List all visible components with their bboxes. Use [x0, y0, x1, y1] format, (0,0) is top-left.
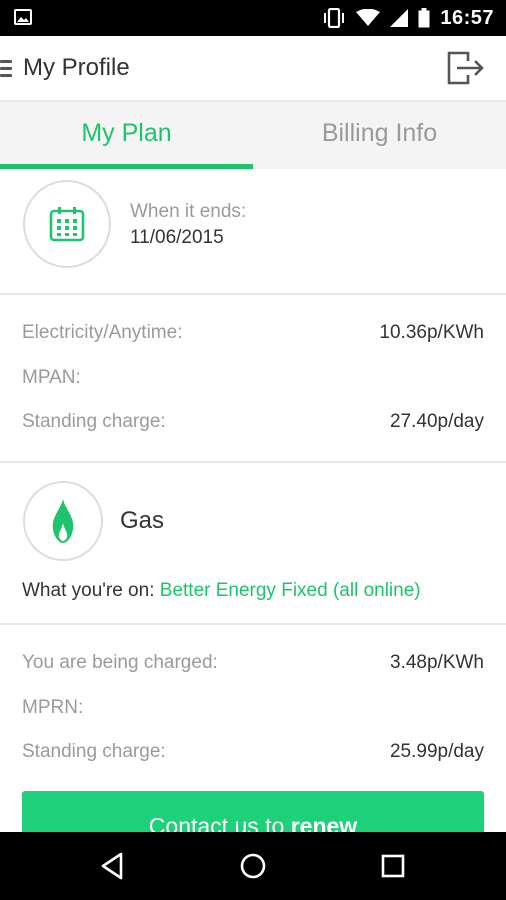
divider	[0, 293, 506, 295]
home-icon[interactable]	[237, 850, 269, 882]
renew-button-bold: renew	[290, 813, 358, 832]
tab-bar: My Plan Billing Info	[0, 102, 506, 169]
mprn-label: MPRN:	[22, 697, 84, 718]
gas-title: Gas	[120, 507, 165, 534]
system-nav-bar	[0, 832, 506, 900]
back-icon[interactable]	[97, 850, 129, 882]
calendar-icon-circle	[23, 180, 111, 268]
clock: 16:57	[440, 6, 494, 29]
current-plan-label: What you're on:	[22, 580, 155, 601]
gas-rate-value: 3.48p/KWh	[390, 652, 484, 673]
hamburger-menu-icon[interactable]	[0, 60, 12, 78]
current-plan-line: What you're on: Better Energy Fixed (all…	[22, 580, 421, 602]
renew-button-prefix: Contact us to	[148, 813, 285, 832]
mpan-label: MPAN:	[22, 367, 81, 388]
image-notification-icon	[14, 9, 32, 25]
signal-icon	[390, 9, 409, 27]
app-bar: My Profile	[0, 36, 506, 102]
gas-standing-value: 25.99p/day	[389, 741, 484, 762]
contact-renew-button[interactable]: Contact us to renew	[22, 791, 484, 832]
recents-icon[interactable]	[377, 850, 409, 882]
divider	[0, 461, 506, 463]
current-plan-name[interactable]: Better Energy Fixed (all online)	[160, 580, 421, 601]
flame-icon	[52, 499, 74, 543]
wifi-icon	[356, 9, 381, 26]
logout-icon[interactable]	[446, 50, 486, 86]
divider	[0, 623, 506, 625]
status-bar: 16:57	[0, 0, 506, 36]
battery-icon	[418, 8, 430, 28]
vibrate-icon	[324, 8, 345, 28]
tab-billing-info[interactable]: Billing Info	[253, 102, 506, 169]
plan-end-label: When it ends:	[130, 201, 247, 222]
electricity-rate-label: Electricity/Anytime:	[22, 322, 183, 343]
gas-standing-label: Standing charge:	[22, 741, 166, 762]
gas-rate-label: You are being charged:	[22, 652, 218, 673]
plan-content[interactable]: When it ends: 11/06/2015 Electricity/Any…	[0, 169, 506, 832]
tab-my-plan[interactable]: My Plan	[0, 102, 253, 169]
electricity-rate-value: 10.36p/KWh	[379, 322, 484, 343]
plan-end-date: 11/06/2015	[130, 227, 224, 248]
flame-icon-circle	[23, 481, 103, 561]
calendar-icon	[49, 207, 85, 242]
electricity-standing-value: 27.40p/day	[389, 411, 484, 432]
page-title: My Profile	[23, 54, 130, 81]
electricity-standing-label: Standing charge:	[22, 411, 166, 432]
